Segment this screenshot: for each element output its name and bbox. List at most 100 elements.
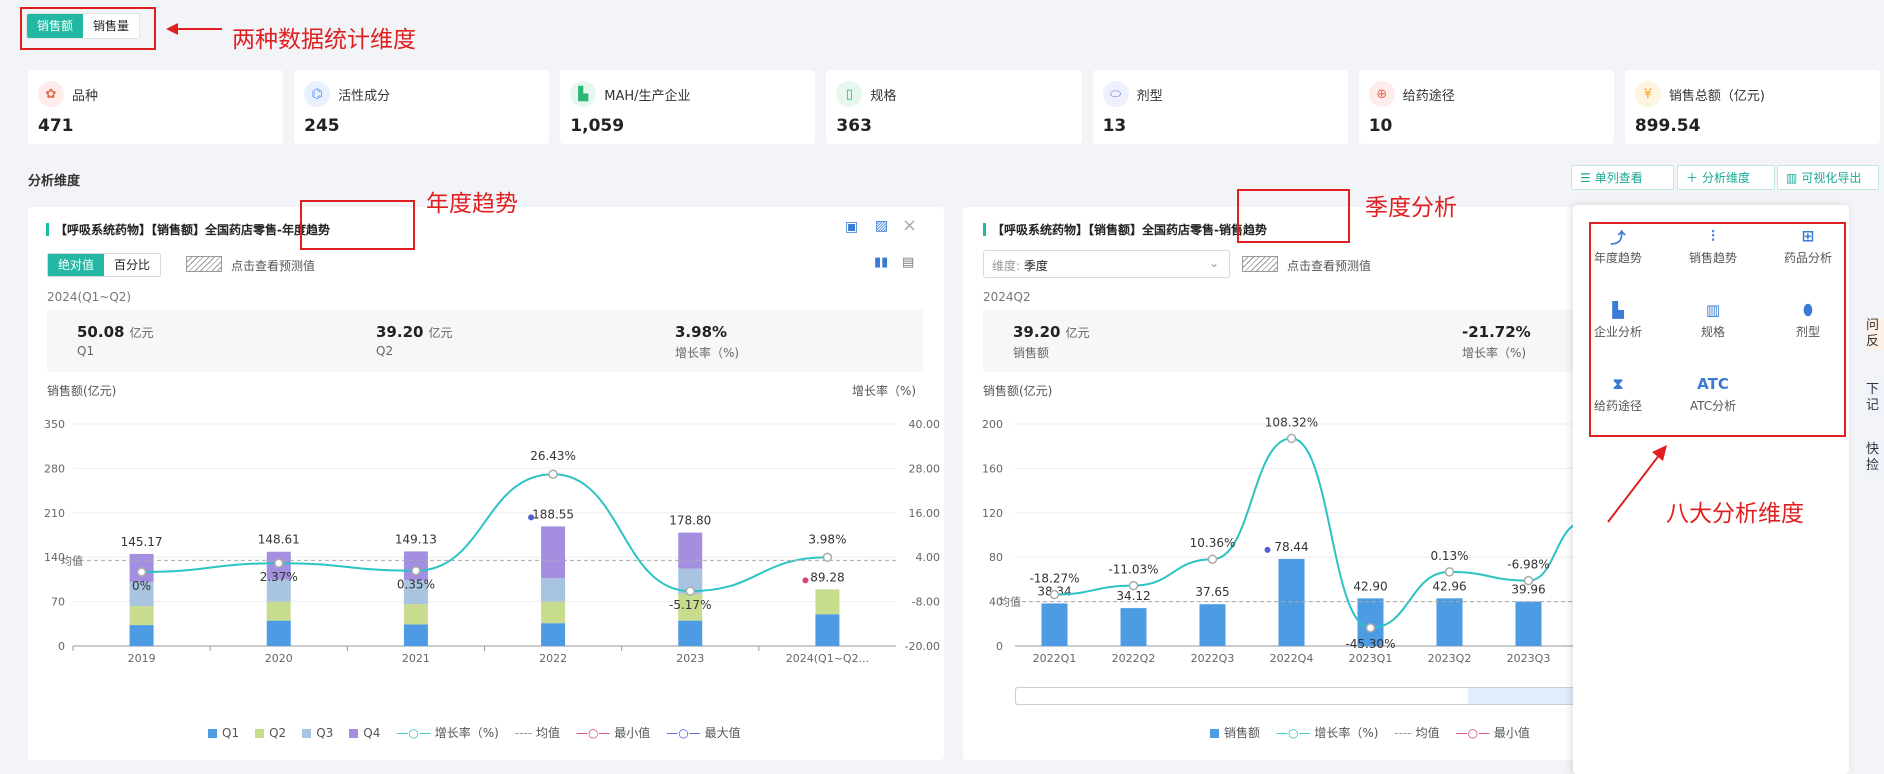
bar-q1 — [129, 625, 154, 646]
bar-q2 — [129, 606, 154, 626]
bar-q2 — [266, 601, 291, 621]
x-tick-label: 2022 — [539, 652, 567, 665]
growth-label: 0.35% — [397, 578, 435, 592]
zoom-slider[interactable] — [1015, 687, 1584, 705]
feedback-tab[interactable]: 问反 — [1866, 318, 1884, 350]
period-label: 2024(Q1~Q2) — [47, 290, 132, 304]
kpi-value: 13 — [1102, 116, 1127, 136]
growth-line — [141, 473, 828, 593]
excel-export-icon[interactable]: ▣ — [845, 219, 858, 235]
legend-growth[interactable]: —○— 增长率（%) — [1276, 724, 1378, 741]
y-tick-label: 210 — [44, 507, 65, 520]
data-label: 89.28 — [810, 570, 844, 584]
quick-search-tab[interactable]: 快捡 — [1866, 442, 1884, 474]
legend-q3[interactable]: Q3 — [302, 726, 333, 740]
max-marker — [528, 514, 535, 521]
x-tick-label: 2019 — [128, 652, 156, 665]
growth-point — [548, 469, 558, 479]
predict-link[interactable]: 点击查看预测值 — [1287, 257, 1371, 274]
y-tick-label: 160 — [982, 462, 1003, 475]
bar-q4 — [403, 551, 428, 581]
legend-min[interactable]: —○— 最小值 — [576, 724, 650, 741]
legend-sales[interactable]: 销售额 — [1210, 724, 1260, 741]
bar-q2 — [815, 589, 840, 615]
annotation-eight: 八大分析维度 — [1666, 501, 1804, 527]
bar-sales — [1515, 601, 1542, 646]
kpi-value: 245 — [304, 116, 340, 136]
single-view-button[interactable]: ☰ 单列查看 — [1571, 165, 1674, 190]
annotation-year: 年度趋势 — [426, 191, 518, 217]
y-tick-label: 80 — [989, 551, 1003, 564]
download-tab[interactable]: 下记 — [1866, 382, 1884, 414]
kpi-card: ▙ MAH/生产企业 1,059 — [560, 70, 816, 144]
export-button[interactable]: ▥ 可视化导出 — [1777, 165, 1879, 190]
growth-point — [1049, 589, 1060, 600]
annotation-box-menu — [1589, 222, 1846, 437]
dosage-icon: ⬭ — [1102, 81, 1129, 107]
prediction-pattern-icon[interactable] — [186, 256, 222, 272]
stats-strip: 39.20 亿元 销售额 -21.72% 增长率（%) — [983, 310, 1583, 372]
stat-growth: -21.72% 增长率（%) — [1462, 323, 1531, 360]
chevron-down-icon: ⌄ — [1208, 256, 1219, 270]
y2-tick-label: 16.00 — [909, 507, 941, 520]
data-label: 178.80 — [669, 514, 711, 528]
growth-label: 26.43% — [530, 449, 576, 463]
legend-avg[interactable]: ---- 均值 — [515, 724, 560, 741]
legend-growth[interactable]: —○— 增长率（%) — [396, 724, 498, 741]
kpi-value: 471 — [38, 116, 74, 136]
data-label: 78.44 — [1274, 540, 1308, 554]
bar-chart-icon[interactable]: ▮▮ — [874, 255, 888, 270]
analysis-dimension-button[interactable]: ＋分析维度 — [1677, 165, 1775, 190]
bar-sales — [1199, 604, 1226, 646]
bar-sales — [1120, 608, 1147, 646]
x-tick-label: 2023Q3 — [1507, 652, 1551, 665]
x-tick-label: 2023Q2 — [1428, 652, 1472, 665]
growth-point — [822, 552, 833, 563]
legend-max[interactable]: —○— 最大值 — [666, 724, 740, 741]
zoom-slider-window[interactable] — [1468, 688, 1584, 704]
factory-icon: ▙ — [570, 81, 597, 107]
dimension-select[interactable]: 维度: 季度 ⌄ — [983, 250, 1230, 278]
data-label: 37.65 — [1195, 585, 1229, 599]
chart-legend: 销售额 —○— 增长率（%) ---- 均值 —○— 最小值 — [1210, 724, 1530, 741]
kpi-value: 1,059 — [570, 116, 625, 136]
route-icon: ⊕ — [1368, 81, 1395, 107]
growth-point — [1128, 580, 1139, 591]
kpi-card: ⌬ 活性成分 245 — [294, 70, 550, 144]
legend-min[interactable]: —○— 最小值 — [1456, 724, 1530, 741]
legend-q2[interactable]: Q2 — [255, 726, 286, 740]
sales-icon: ¥ — [1634, 81, 1661, 107]
annotation-arrow-dims — [166, 23, 222, 35]
prediction-pattern-icon[interactable] — [1242, 256, 1278, 272]
bar-q2 — [403, 604, 428, 625]
growth-point — [411, 565, 421, 576]
legend-q1[interactable]: Q1 — [208, 726, 239, 740]
growth-point — [1444, 567, 1455, 577]
sales-trend-panel: 【呼吸系统药物】【销售额】全国药店零售-销售趋势 维度: 季度 ⌄ 点击查看预测值… — [963, 207, 1584, 760]
image-export-icon[interactable]: ▨ — [875, 218, 888, 234]
x-tick-label: 2022Q1 — [1033, 652, 1077, 665]
legend-q4[interactable]: Q4 — [349, 726, 380, 740]
close-icon[interactable]: × — [902, 215, 917, 236]
document-icon[interactable]: ▤ — [902, 255, 914, 270]
y2-tick-label: 4.00 — [916, 551, 941, 564]
kpi-label: 活性成分 — [338, 88, 391, 104]
bar-q1 — [678, 620, 703, 646]
stat-growth: 3.98% 增长率（%) — [675, 323, 740, 360]
panel-title: 【呼吸系统药物】【销售额】全国药店零售-年度趋势 — [46, 221, 330, 238]
percent-tab[interactable]: 百分比 — [104, 254, 160, 276]
legend-avg[interactable]: ---- 均值 — [1394, 724, 1439, 741]
kpi-label: 规格 — [870, 88, 897, 104]
y2-tick-label: 40.00 — [909, 418, 941, 431]
value-mode-segment: 绝对值 百分比 — [47, 253, 162, 277]
data-label: 34.12 — [1116, 589, 1150, 603]
predict-link[interactable]: 点击查看预测值 — [231, 257, 315, 274]
y-tick-label: 0 — [58, 640, 65, 653]
y-axis-title: 销售额(亿元) — [983, 384, 1053, 398]
kpi-card: ⊕ 给药途径 10 — [1358, 70, 1614, 144]
kpi-card: ¥ 销售总额（亿元) 899.54 — [1624, 70, 1880, 144]
absolute-value-tab[interactable]: 绝对值 — [48, 254, 105, 276]
growth-point — [1365, 623, 1376, 633]
y-tick-label: 120 — [982, 507, 1003, 520]
y-tick-label: 200 — [982, 418, 1003, 431]
